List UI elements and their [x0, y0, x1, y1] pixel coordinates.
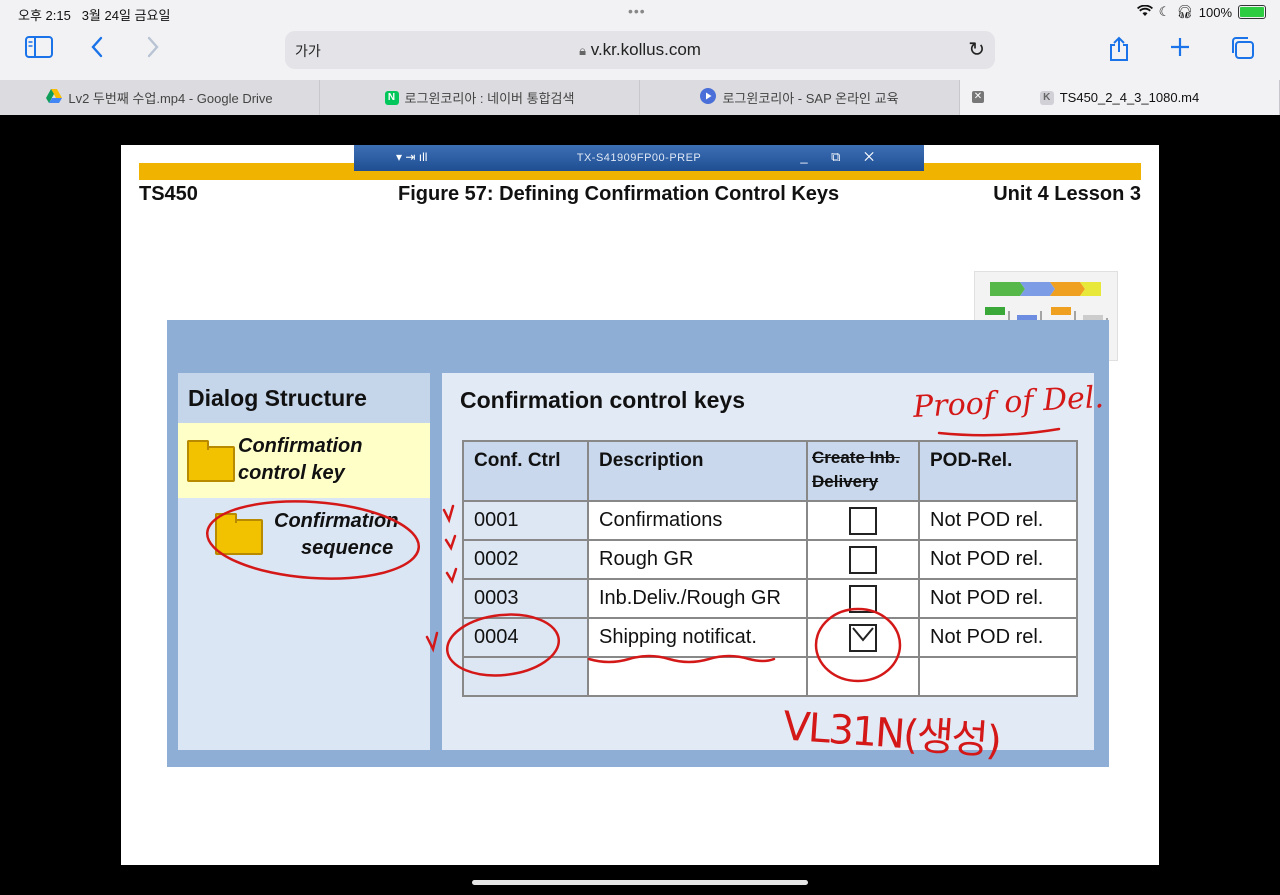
new-tab-icon[interactable]	[1163, 36, 1197, 66]
tree-item-confirmation-sequence[interactable]: Confirmation sequence	[178, 498, 430, 573]
kollus-icon: K	[1039, 90, 1054, 105]
col-header-pod-rel: POD-Rel.	[918, 440, 1078, 502]
tab-label: 로그윈코리아 : 네이버 통합검색	[404, 91, 575, 106]
table-title: Confirmation control keys	[460, 387, 745, 413]
figure-title: Figure 57: Defining Confirmation Control…	[398, 183, 840, 205]
sap-window-titlebar: ▾ ⇥ ıll TX-S41909FP00-PREP _ ⧉ ✕	[354, 145, 924, 171]
moon-icon: ☾	[1158, 4, 1171, 19]
tab-overview-icon[interactable]	[1226, 36, 1260, 66]
cell-pod-rel: Not POD rel.	[918, 617, 1078, 658]
cell-description: Inb.Deliv./Rough GR	[587, 578, 808, 619]
table-row-empty[interactable]	[462, 656, 1078, 697]
status-icons: ☾ 🎧︎ 100%	[1136, 4, 1266, 20]
tree-item-label: Confirmation	[238, 435, 363, 457]
dialog-structure-title: Dialog Structure	[178, 373, 430, 423]
url-display[interactable]: 🔒︎ v.kr.kollus.com	[285, 40, 995, 60]
create-inb-delivery-checkbox[interactable]	[849, 545, 877, 574]
table-row[interactable]: 0004 Shipping notificat. Not POD rel.	[462, 617, 1078, 658]
play-icon	[700, 88, 717, 107]
lock-icon: 🔒︎	[579, 43, 586, 58]
folder-icon	[215, 513, 263, 555]
tab-google-drive[interactable]: Lv2 두번째 수업.mp4 - Google Drive	[0, 80, 320, 115]
control-keys-table: Conf. Ctrl Description Create Inb. Deliv…	[462, 440, 1078, 697]
cell-description: Confirmations	[587, 500, 808, 541]
dialog-structure-panel: Dialog Structure Confirmation control ke…	[178, 373, 430, 750]
checkmark-icon	[852, 626, 874, 642]
google-drive-icon	[46, 89, 63, 106]
tab-video[interactable]: ✕ K TS450_2_4_3_1080.m4	[960, 80, 1280, 115]
cell-description: Rough GR	[587, 539, 808, 580]
create-inb-delivery-checkbox[interactable]	[849, 506, 877, 535]
battery-icon	[1238, 5, 1266, 19]
cell-pod-rel: Not POD rel.	[918, 500, 1078, 541]
tree-item-label: Confirmation	[274, 510, 399, 532]
col-header-description: Description	[587, 440, 808, 502]
tab-bar: Lv2 두번째 수업.mp4 - Google Drive N 로그윈코리아 :…	[0, 80, 1280, 115]
create-inb-delivery-checkbox[interactable]	[849, 584, 877, 613]
tab-label: 로그윈코리아 - SAP 온라인 교육	[722, 91, 899, 106]
browser-toolbar: 가가 🔒︎ v.kr.kollus.com ↻	[0, 26, 1280, 80]
status-time-date: 오후 2:15 3월 24일 금요일	[18, 5, 170, 24]
col-header-key: Conf. Ctrl	[462, 440, 589, 502]
tab-label: TS450_2_4_3_1080.m4	[1059, 90, 1200, 105]
forward-button[interactable]	[136, 36, 170, 66]
status-time: 오후 2:15	[18, 8, 71, 23]
table-row[interactable]: 0002 Rough GR Not POD rel.	[462, 539, 1078, 580]
close-tab-icon[interactable]: ✕	[972, 91, 984, 103]
course-code: TS450	[139, 183, 198, 205]
home-indicator[interactable]	[472, 880, 808, 885]
table-header-row: Conf. Ctrl Description Create Inb. Deliv…	[462, 440, 1078, 502]
table-row[interactable]: 0001 Confirmations Not POD rel.	[462, 500, 1078, 541]
table-row[interactable]: 0003 Inb.Deliv./Rough GR Not POD rel.	[462, 578, 1078, 619]
sap-window-controls-right: _ ⧉ ✕	[800, 149, 884, 164]
address-bar[interactable]: 가가 🔒︎ v.kr.kollus.com ↻	[285, 31, 995, 69]
video-slide: ▾ ⇥ ıll TX-S41909FP00-PREP _ ⧉ ✕ TS450 F…	[121, 145, 1159, 865]
cell-key: 0003	[462, 578, 589, 619]
status-bar: 오후 2:15 3월 24일 금요일 ••• ☾ 🎧︎ 100%	[0, 0, 1280, 26]
unit-lesson: Unit 4 Lesson 3	[993, 183, 1141, 205]
reload-icon[interactable]: ↻	[968, 37, 985, 62]
col-header-line: Delivery	[812, 472, 879, 491]
col-header-create-inb-delivery: Create Inb. Delivery	[806, 440, 920, 502]
tree-item-label: sequence	[301, 537, 394, 559]
headphones-icon: 🎧︎	[1176, 4, 1193, 19]
sidebar-toggle-icon[interactable]	[22, 36, 56, 66]
col-header-line: Create Inb.	[812, 448, 900, 467]
cell-pod-rel: Not POD rel.	[918, 539, 1078, 580]
control-keys-panel: Confirmation control keys Conf. Ctrl Des…	[442, 373, 1094, 750]
tab-label: Lv2 두번째 수업.mp4 - Google Drive	[68, 91, 273, 106]
wifi-icon	[1136, 4, 1153, 20]
tree-item-confirmation-control-key[interactable]: Confirmation control key	[178, 423, 430, 498]
tab-sap-course[interactable]: 로그윈코리아 - SAP 온라인 교육	[640, 80, 960, 115]
cell-key: 0002	[462, 539, 589, 580]
back-button[interactable]	[80, 36, 114, 66]
cell-key: 0001	[462, 500, 589, 541]
status-date: 3월 24일 금요일	[81, 8, 171, 23]
tree-item-label: control key	[238, 462, 345, 484]
cell-pod-rel: Not POD rel.	[918, 578, 1078, 619]
cell-description: Shipping notificat.	[587, 617, 808, 658]
tab-naver[interactable]: N 로그윈코리아 : 네이버 통합검색	[320, 80, 640, 115]
cell-key: 0004	[462, 617, 589, 658]
share-icon[interactable]	[1102, 36, 1136, 66]
url-text: v.kr.kollus.com	[590, 40, 701, 59]
multitasking-dots-icon[interactable]: •••	[628, 3, 646, 19]
folder-open-icon	[187, 440, 235, 482]
naver-icon: N	[384, 90, 399, 105]
battery-percent: 100%	[1198, 4, 1232, 20]
sap-screen-frame: Dialog Structure Confirmation control ke…	[167, 320, 1109, 767]
create-inb-delivery-checkbox-checked[interactable]	[849, 623, 877, 652]
